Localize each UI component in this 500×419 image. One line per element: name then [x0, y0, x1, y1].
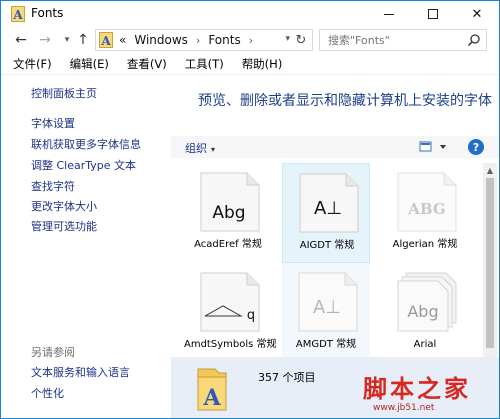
font-preview-text: A⊥ — [313, 297, 341, 318]
organize-label: 组织 — [185, 142, 207, 155]
font-name-label: AcadEref 常规 — [194, 239, 262, 250]
font-tile-amgdt[interactable]: A⊥ AMGDT 常规 — [282, 263, 370, 357]
font-preview-text: Abg — [407, 302, 438, 321]
vertical-scrollbar[interactable]: ▲ — [483, 163, 497, 357]
breadcrumb-fonts[interactable]: Fonts — [208, 33, 240, 47]
font-tile-arial[interactable]: Abg Arial — [381, 263, 469, 357]
chevron-down-icon: ▾ — [211, 145, 216, 154]
svg-text:A: A — [202, 385, 221, 411]
text-services-link[interactable]: 文本服务和输入语言 — [31, 364, 130, 380]
close-button[interactable]: ✕ — [455, 1, 499, 27]
scroll-thumb[interactable] — [486, 178, 494, 348]
font-tile-aigdt[interactable]: A⊥ AIGDT 常规 — [282, 163, 370, 263]
minimize-icon — [384, 13, 394, 15]
forward-button[interactable]: → — [35, 30, 55, 50]
font-settings-link[interactable]: 字体设置 — [31, 115, 75, 131]
font-file-icon: A⊥ — [299, 173, 359, 233]
font-tile-amdtsymbols[interactable]: q AmdtSymbols 常规 — [184, 263, 277, 357]
back-button[interactable]: ← — [11, 30, 31, 50]
watermark: 脚本之家 www.jb51.net — [363, 369, 499, 418]
font-file-icon: q — [200, 272, 260, 332]
back-arrow-icon: ← — [15, 32, 27, 48]
adjust-cleartype-link[interactable]: 调整 ClearType 文本 — [31, 157, 136, 173]
fonts-folder-icon: A — [197, 368, 227, 411]
font-name-label: Arial — [413, 339, 437, 350]
personalization-link[interactable]: 个性化 — [31, 385, 64, 401]
font-preview-text: A⊥ — [314, 198, 342, 219]
fonts-folder-icon: A — [11, 6, 25, 22]
menu-help[interactable]: 帮助(H) — [233, 54, 292, 74]
font-file-icon: Abg — [200, 172, 260, 232]
get-font-info-online-link[interactable]: 联机获取更多字体信息 — [31, 136, 141, 152]
window-title: Fonts — [31, 6, 64, 20]
main-pane: 预览、删除或者显示和隐藏计算机上安装的字体 组织 ▾ ? Abg AcadEref… — [171, 75, 499, 418]
fonts-window: A Fonts ✕ ← → ▾ ↑ A « Windows › Fonts › … — [0, 0, 500, 419]
address-dropdown-button[interactable]: ▾ — [285, 34, 290, 44]
menu-edit[interactable]: 编辑(E) — [61, 54, 118, 74]
close-icon: ✕ — [471, 6, 483, 22]
command-bar: 组织 ▾ ? — [171, 136, 499, 158]
path-overflow[interactable]: « — [119, 33, 126, 47]
font-preview-text: Abg — [212, 203, 245, 223]
search-input[interactable] — [320, 30, 460, 50]
title-bar[interactable]: A Fonts ✕ — [1, 1, 499, 27]
search-icon[interactable] — [467, 33, 481, 47]
address-bar[interactable]: A « Windows › Fonts › ▾ ↻ — [95, 29, 313, 51]
font-name-label: AMGDT 常规 — [295, 339, 357, 350]
up-arrow-icon: ↑ — [77, 32, 89, 48]
navigation-bar: ← → ▾ ↑ A « Windows › Fonts › ▾ ↻ — [1, 27, 499, 53]
font-name-label: AmdtSymbols 常规 — [184, 339, 277, 350]
see-also-heading: 另请参阅 — [31, 346, 75, 359]
manage-optional-features-link[interactable]: 管理可选功能 — [31, 218, 97, 234]
font-name-label: AIGDT 常规 — [299, 240, 355, 251]
maximize-icon — [428, 9, 438, 19]
font-family-stack-icon: Abg — [397, 272, 457, 332]
font-file-icon: A⊥ — [298, 272, 358, 332]
page-heading: 预览、删除或者显示和隐藏计算机上安装的字体 — [198, 93, 492, 109]
font-preview-text: ABG — [407, 200, 445, 218]
font-preview-text: q — [247, 308, 255, 323]
font-name-label: Algerian 常规 — [392, 239, 458, 250]
font-file-icon: ABG — [397, 172, 457, 232]
control-panel-home-link[interactable]: 控制面板主页 — [31, 85, 97, 101]
scroll-up-arrow-icon[interactable]: ▲ — [483, 163, 497, 177]
view-options-button[interactable] — [419, 141, 449, 153]
svg-text:A: A — [100, 34, 111, 48]
breadcrumb-separator[interactable]: › — [249, 34, 253, 47]
organize-button[interactable]: 组织 ▾ — [185, 140, 215, 156]
help-icon[interactable]: ? — [468, 139, 484, 155]
watermark-title: 脚本之家 — [363, 374, 471, 403]
find-character-link[interactable]: 查找字符 — [31, 178, 75, 194]
menu-bar: 文件(F) 编辑(E) 查看(V) 工具(T) 帮助(H) — [1, 53, 499, 75]
font-tile-acaderef[interactable]: Abg AcadEref 常规 — [184, 163, 272, 263]
breadcrumb-windows[interactable]: Windows — [134, 33, 188, 47]
refresh-icon: ↻ — [295, 32, 307, 48]
left-pane: 控制面板主页 字体设置 联机获取更多字体信息 调整 ClearType 文本 查… — [1, 75, 171, 418]
watermark-url: www.jb51.net — [373, 403, 435, 413]
font-grid: Abg AcadEref 常规 A⊥ AIGDT 常规 ABG Algerian… — [171, 163, 481, 357]
menu-file[interactable]: 文件(F) — [1, 54, 61, 74]
search-box[interactable] — [319, 29, 487, 51]
minimize-button[interactable] — [367, 1, 411, 27]
fonts-folder-icon: A — [99, 32, 113, 48]
forward-arrow-icon: → — [39, 32, 51, 48]
chevron-down-icon: ▾ — [64, 35, 70, 45]
maximize-button[interactable] — [411, 1, 455, 27]
change-font-size-link[interactable]: 更改字体大小 — [31, 198, 97, 214]
font-tile-algerian[interactable]: ABG Algerian 常规 — [381, 163, 469, 263]
menu-view[interactable]: 查看(V) — [118, 54, 176, 74]
menu-tools[interactable]: 工具(T) — [176, 54, 233, 74]
breadcrumb-separator[interactable]: › — [196, 34, 200, 47]
item-count: 357 个项目 — [258, 371, 316, 384]
up-button[interactable]: ↑ — [73, 30, 93, 50]
svg-text:A: A — [12, 8, 23, 22]
refresh-button[interactable]: ↻ — [292, 31, 310, 49]
